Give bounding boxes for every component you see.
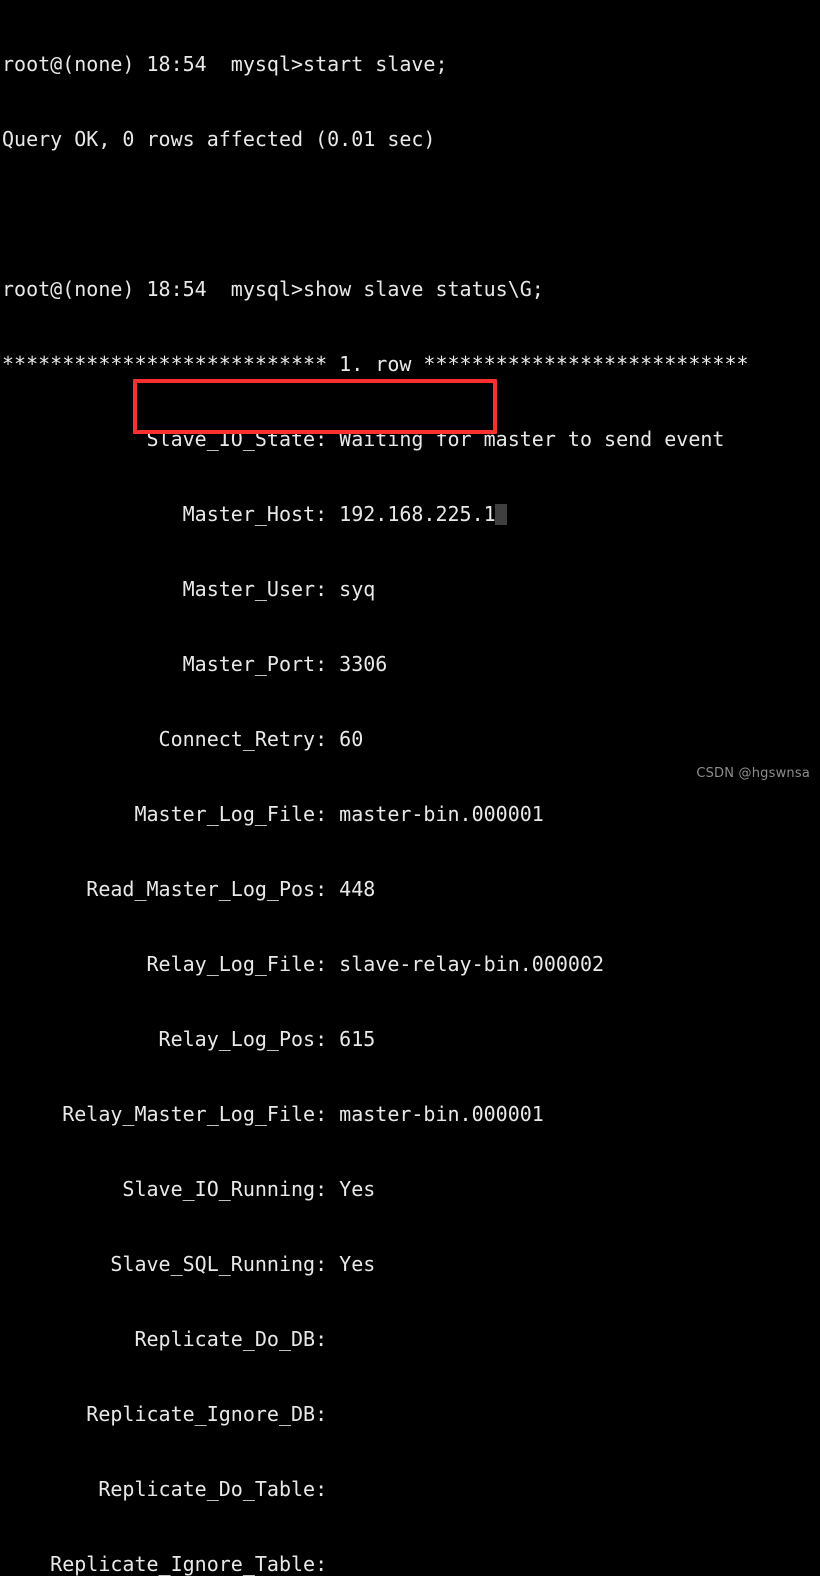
field-replicate-ignore-db: Replicate_Ignore_DB:	[2, 1402, 340, 1426]
field-slave-io-state: Slave_IO_State: Waiting for master to se…	[2, 427, 725, 451]
field-replicate-do-db: Replicate_Do_DB:	[2, 1327, 340, 1351]
field-read-master-log-pos: Read_Master_Log_Pos: 448	[2, 877, 376, 901]
terminal-line-query-result: Query OK, 0 rows affected (0.01 sec)	[2, 127, 436, 151]
field-slave-io-running: Slave_IO_Running: Yes	[2, 1177, 376, 1201]
terminal-line-command-2: root@(none) 18:54 mysql>show slave statu…	[2, 277, 544, 301]
terminal-line-row-separator: *************************** 1. row *****…	[2, 352, 749, 376]
terminal-output[interactable]: root@(none) 18:54 mysql>start slave; Que…	[0, 0, 820, 1576]
field-master-user: Master_User: syq	[2, 577, 376, 601]
text-cursor	[494, 504, 507, 525]
field-replicate-do-table: Replicate_Do_Table:	[2, 1477, 340, 1501]
watermark-label: CSDN @hgswnsa	[696, 766, 810, 781]
field-relay-log-file: Relay_Log_File: slave-relay-bin.000002	[2, 952, 605, 976]
field-replicate-ignore-table: Replicate_Ignore_Table:	[2, 1552, 340, 1576]
terminal-line-command-1: root@(none) 18:54 mysql>start slave;	[2, 52, 448, 76]
field-master-host: Master_Host: 192.168.225.1	[2, 502, 820, 527]
field-master-port: Master_Port: 3306	[2, 652, 388, 676]
field-master-host-text: Master_Host: 192.168.225.1	[2, 502, 496, 526]
field-slave-sql-running: Slave_SQL_Running: Yes	[2, 1252, 376, 1276]
field-relay-log-pos: Relay_Log_Pos: 615	[2, 1027, 376, 1051]
field-master-log-file: Master_Log_File: master-bin.000001	[2, 802, 544, 826]
field-connect-retry: Connect_Retry: 60	[2, 727, 364, 751]
field-relay-master-log-file: Relay_Master_Log_File: master-bin.000001	[2, 1102, 544, 1126]
